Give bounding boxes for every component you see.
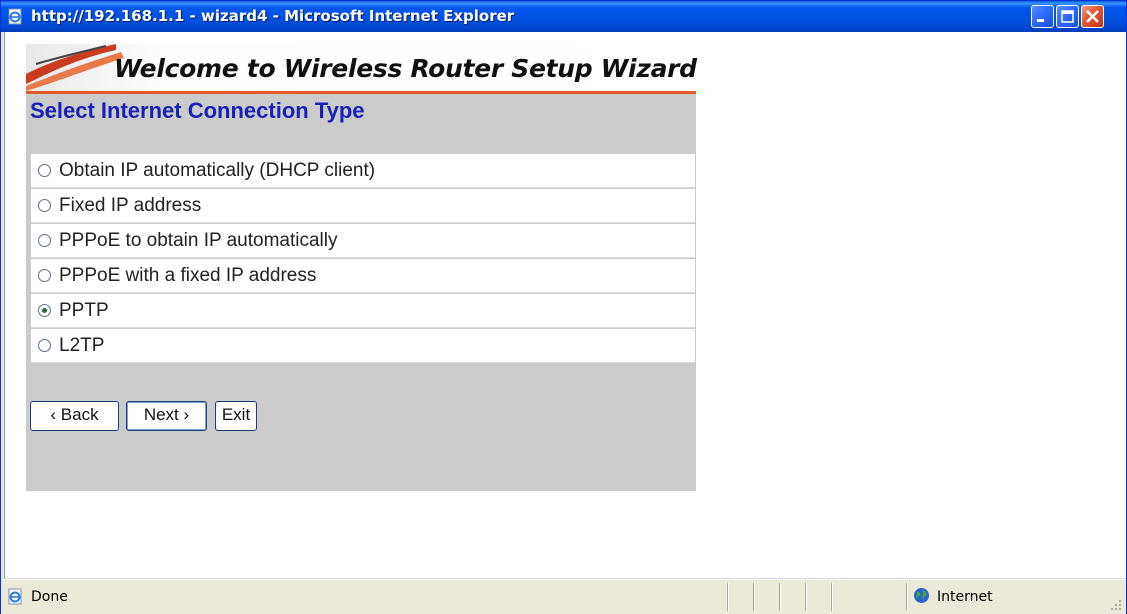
next-button[interactable]: Next › [126,401,207,431]
option-label: PPTP [59,300,109,321]
radio-pppoe-auto[interactable] [38,234,51,247]
ie-page-icon [8,8,22,25]
internet-zone-icon [914,588,929,603]
back-button[interactable]: ‹ Back [30,401,119,431]
status-divider [779,583,781,611]
option-pppoe-fixed[interactable]: PPPoE with a fixed IP address [31,258,695,293]
radio-pptp[interactable] [38,304,51,317]
option-label: L2TP [59,335,105,356]
banner-title: Welcome to Wireless Router Setup Wizard [114,54,697,83]
option-pppoe-auto[interactable]: PPPoE to obtain IP automatically [31,223,695,258]
security-zone-label: Internet [937,589,993,605]
minimize-button[interactable] [1031,5,1054,28]
connection-type-list: Obtain IP automatically (DHCP client) Fi… [31,153,695,363]
radio-dhcp[interactable] [38,164,51,177]
status-divider [753,583,755,611]
radio-l2tp[interactable] [38,339,51,352]
option-label: Fixed IP address [59,195,202,216]
option-label: Obtain IP automatically (DHCP client) [59,160,376,181]
radio-fixed-ip[interactable] [38,199,51,212]
maximize-button[interactable] [1056,5,1079,28]
status-divider [805,583,807,611]
exit-button[interactable]: Exit [215,401,257,431]
swoosh-logo-icon [26,44,124,91]
page-title: Select Internet Connection Type [30,98,365,123]
ie-page-icon [8,588,22,605]
wizard-banner: Welcome to Wireless Router Setup Wizard [26,44,697,94]
status-divider [906,583,908,611]
option-label: PPPoE with a fixed IP address [59,265,317,286]
status-divider [831,583,833,611]
window-title: http://192.168.1.1 - wizard4 - Microsoft… [31,7,515,25]
resize-grip-icon[interactable] [1110,599,1122,611]
minimize-icon [1037,19,1044,22]
browser-window: http://192.168.1.1 - wizard4 - Microsoft… [0,0,1127,614]
radio-pppoe-fixed[interactable] [38,269,51,282]
status-divider [727,583,729,611]
title-bar[interactable]: http://192.168.1.1 - wizard4 - Microsoft… [1,1,1126,32]
option-label: PPPoE to obtain IP automatically [59,230,338,251]
status-text: Done [31,589,68,605]
option-fixed-ip[interactable]: Fixed IP address [31,188,695,223]
option-pptp[interactable]: PPTP [31,293,695,328]
status-bar: Done Internet [1,579,1126,614]
close-icon [1086,10,1099,23]
maximize-icon [1061,10,1074,23]
option-dhcp[interactable]: Obtain IP automatically (DHCP client) [31,153,695,188]
close-button[interactable] [1081,5,1104,28]
option-l2tp[interactable]: L2TP [31,328,695,363]
